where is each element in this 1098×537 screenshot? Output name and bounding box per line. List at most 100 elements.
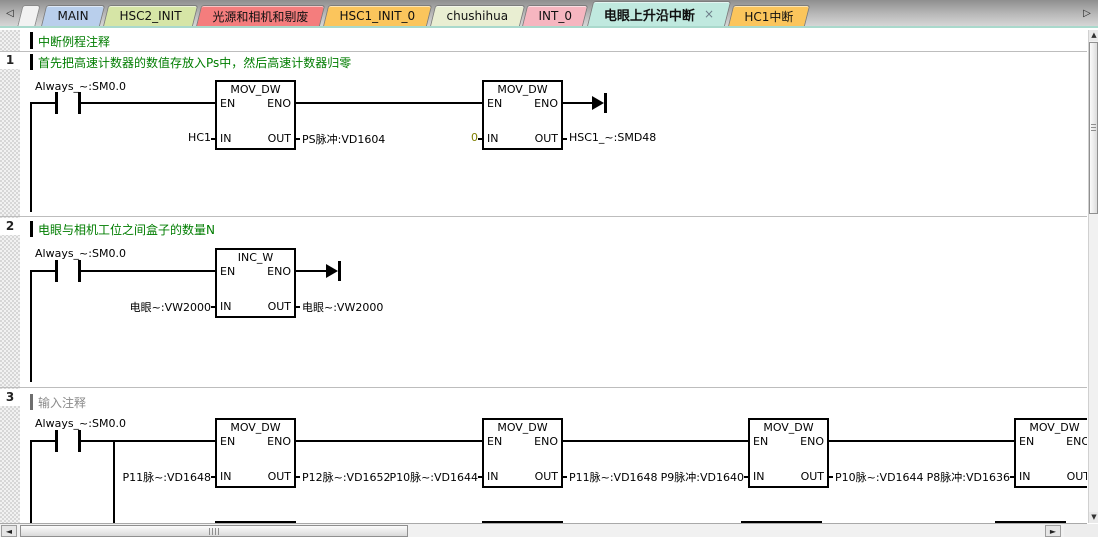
out-operand[interactable]: P12脉~:VD1652 bbox=[302, 469, 391, 485]
out-operand[interactable]: P10脉~:VD1644 bbox=[835, 469, 924, 485]
instruction-block-mov-dw[interactable]: MOV_DW EN ENO IN OUT bbox=[482, 418, 563, 488]
routine-header-comment[interactable]: 中断例程注释 bbox=[38, 33, 110, 50]
instruction-block-mov-dw[interactable]: MOV_DW EN ENO IN OUT bbox=[748, 418, 829, 488]
scroll-left-arrow-icon[interactable]: ◄ bbox=[1, 525, 17, 537]
network-comment[interactable]: 电眼与相机工位之间盒子的数量N bbox=[38, 221, 215, 238]
network-comment-placeholder[interactable]: 输入注释 bbox=[38, 394, 86, 411]
block-title: MOV_DW bbox=[217, 421, 294, 434]
wire bbox=[81, 270, 215, 272]
vertical-scrollbar[interactable]: ▲ ▼ bbox=[1088, 30, 1098, 523]
pin-in: IN bbox=[487, 470, 498, 483]
pin-out: OUT bbox=[268, 300, 291, 313]
out-operand[interactable]: P11脉~:VD1648 bbox=[569, 469, 658, 485]
pin-stub bbox=[211, 138, 215, 140]
wire bbox=[296, 102, 482, 104]
scroll-down-arrow-icon[interactable]: ▼ bbox=[1089, 512, 1098, 523]
instruction-block-mov-dw[interactable]: MOV_DW EN ENO IN OUT bbox=[215, 80, 296, 150]
pin-eno: ENO bbox=[267, 435, 291, 448]
block-title: MOV_DW bbox=[484, 421, 561, 434]
out-operand[interactable]: 电眼~:VW2000 bbox=[302, 299, 383, 315]
instruction-block-inc-w[interactable]: INC_W EN ENO IN OUT bbox=[215, 248, 296, 318]
pin-stub bbox=[563, 476, 567, 478]
pin-stub bbox=[563, 138, 567, 140]
wire bbox=[81, 440, 215, 442]
scroll-up-arrow-icon[interactable]: ▲ bbox=[1089, 30, 1098, 41]
network-gutter bbox=[0, 30, 20, 523]
instruction-block-mov-dw[interactable]: MOV_DW EN ENO IN OUT bbox=[1014, 418, 1087, 488]
block-title: MOV_DW bbox=[750, 421, 827, 434]
wire bbox=[296, 270, 330, 272]
pin-in: IN bbox=[220, 132, 231, 145]
wire bbox=[30, 440, 55, 442]
network-separator bbox=[0, 216, 1087, 217]
left-rail bbox=[30, 440, 32, 523]
in-operand[interactable]: P9脉冲:VD1640 bbox=[661, 469, 744, 485]
tab-dianyan-rising-interrupt-active[interactable]: 电眼上升沿中断 × bbox=[587, 1, 731, 26]
tab-close-icon[interactable]: × bbox=[704, 7, 714, 21]
instruction-block-mov-dw[interactable]: MOV_DW EN ENO IN OUT bbox=[215, 418, 296, 488]
tab-chushihua[interactable]: chushihua bbox=[430, 5, 525, 26]
network-number[interactable]: 1 bbox=[0, 52, 20, 69]
instruction-block-mov-dw[interactable]: MOV_DW EN ENO IN OUT bbox=[482, 80, 563, 150]
block-title: MOV_DW bbox=[484, 83, 561, 96]
pin-en: EN bbox=[487, 435, 502, 448]
pin-in: IN bbox=[1019, 470, 1030, 483]
comment-bar bbox=[30, 32, 33, 49]
network-separator bbox=[0, 387, 1087, 388]
tab-hsc2-init[interactable]: HSC2_INIT bbox=[103, 5, 198, 26]
thumb-grip-icon bbox=[209, 528, 219, 535]
in-operand[interactable]: P11脉~:VD1648 bbox=[122, 469, 211, 485]
pin-stub bbox=[296, 138, 300, 140]
contact-operand-label[interactable]: Always_~:SM0.0 bbox=[35, 417, 126, 430]
pin-out: OUT bbox=[1067, 470, 1087, 483]
in-operand[interactable]: 0 bbox=[471, 131, 478, 144]
contact-left-bar[interactable] bbox=[55, 260, 58, 282]
in-operand[interactable]: HC1 bbox=[188, 131, 211, 144]
pin-eno: ENO bbox=[534, 435, 558, 448]
pin-stub bbox=[478, 476, 482, 478]
tab-label: chushihua bbox=[446, 9, 508, 23]
vertical-scrollbar-thumb[interactable] bbox=[1089, 42, 1098, 214]
tab-strip: MAIN HSC2_INIT 光源和相机和剔废 HSC1_INIT_0 chus… bbox=[20, 0, 808, 26]
pin-out: OUT bbox=[535, 132, 558, 145]
tab-hsc1-init-0[interactable]: HSC1_INIT_0 bbox=[323, 5, 432, 26]
tab-stub bbox=[17, 5, 40, 26]
rung-terminator-arrow-icon bbox=[326, 264, 338, 278]
network-comment[interactable]: 首先把高速计数器的数值存放入Ps中，然后高速计数器归零 bbox=[38, 54, 351, 71]
pin-stub bbox=[211, 476, 215, 478]
tab-label: HC1中断 bbox=[744, 8, 793, 25]
tab-light-camera-reject[interactable]: 光源和相机和剔废 bbox=[196, 5, 325, 26]
wire bbox=[296, 440, 482, 442]
scroll-right-arrow-icon[interactable]: ► bbox=[1045, 525, 1061, 537]
out-operand[interactable]: PS脉冲:VD1604 bbox=[302, 131, 385, 147]
in-operand[interactable]: P10脉~:VD1644 bbox=[389, 469, 478, 485]
contact-operand-label[interactable]: Always_~:SM0.0 bbox=[35, 247, 126, 260]
pin-out: OUT bbox=[535, 470, 558, 483]
tab-label: HSC2_INIT bbox=[120, 9, 182, 23]
contact-left-bar[interactable] bbox=[55, 92, 58, 114]
tab-scroll-left-button[interactable]: ◁ bbox=[3, 6, 17, 22]
horizontal-scrollbar-thumb[interactable] bbox=[20, 525, 408, 537]
tab-scroll-right-button[interactable]: ▷ bbox=[1080, 6, 1094, 22]
tab-label: 电眼上升沿中断 bbox=[604, 5, 695, 24]
tab-hc1-interrupt[interactable]: HC1中断 bbox=[728, 5, 810, 26]
pin-stub bbox=[1010, 476, 1014, 478]
network-number[interactable]: 2 bbox=[0, 218, 20, 235]
ladder-canvas: 中断例程注释 1 首先把高速计数器的数值存放入Ps中，然后高速计数器归零 Alw… bbox=[0, 30, 1087, 523]
contact-left-bar[interactable] bbox=[55, 430, 58, 452]
tab-label: INT_0 bbox=[539, 9, 572, 23]
tab-label: MAIN bbox=[57, 9, 88, 23]
branch-rail bbox=[113, 440, 115, 523]
horizontal-scrollbar[interactable]: ◄ ► bbox=[0, 523, 1087, 537]
in-operand[interactable]: P8脉冲:VD1636 bbox=[927, 469, 1010, 485]
wire bbox=[81, 102, 215, 104]
tab-main[interactable]: MAIN bbox=[41, 5, 105, 26]
in-operand[interactable]: 电眼~:VW2000 bbox=[130, 299, 211, 315]
pin-stub bbox=[744, 476, 748, 478]
tab-int-0[interactable]: INT_0 bbox=[522, 5, 589, 26]
rung-terminator-arrow-icon bbox=[592, 96, 604, 110]
pin-stub bbox=[211, 306, 215, 308]
out-operand[interactable]: HSC1_~:SMD48 bbox=[569, 131, 656, 144]
pin-out: OUT bbox=[268, 470, 291, 483]
network-number[interactable]: 3 bbox=[0, 389, 20, 406]
